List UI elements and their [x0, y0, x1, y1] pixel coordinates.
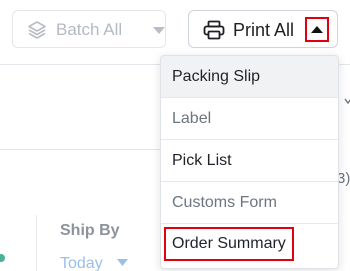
menu-item-label: Packing Slip	[172, 68, 261, 85]
chevron-down-icon[interactable]	[344, 96, 350, 106]
caret-up-icon	[311, 26, 323, 33]
page: 3) Ship By Today Batch All Print All Pac…	[0, 0, 350, 271]
menu-item-label: Order Summary	[164, 227, 294, 261]
printer-icon	[203, 20, 225, 40]
divider	[0, 149, 160, 150]
batch-all-label: Batch All	[56, 20, 123, 39]
ship-by-filter-value[interactable]: Today	[60, 255, 103, 271]
print-menu-toggle[interactable]	[305, 17, 329, 42]
layers-icon	[28, 21, 46, 39]
caret-down-icon	[153, 27, 165, 34]
menu-item-packing-slip[interactable]: Packing Slip	[161, 56, 338, 98]
menu-item-label[interactable]: Label	[161, 98, 338, 140]
menu-item-label: Pick List	[172, 152, 232, 169]
caret-down-icon[interactable]	[117, 259, 128, 267]
column-divider	[36, 215, 37, 271]
print-all-label: Print All	[233, 20, 295, 40]
menu-item-customs-form[interactable]: Customs Form	[161, 182, 338, 224]
menu-item-label: Label	[172, 110, 212, 127]
ship-by-column-header[interactable]: Ship By	[60, 222, 120, 240]
menu-item-label: Customs Form	[172, 194, 277, 211]
print-all-button[interactable]: Print All	[188, 10, 338, 48]
batch-all-button[interactable]: Batch All	[12, 10, 166, 48]
status-dot	[0, 254, 5, 262]
print-dropdown-menu: Packing Slip Label Pick List Customs For…	[160, 55, 339, 269]
menu-item-order-summary[interactable]: Order Summary	[161, 224, 338, 266]
menu-item-pick-list[interactable]: Pick List	[161, 140, 338, 182]
